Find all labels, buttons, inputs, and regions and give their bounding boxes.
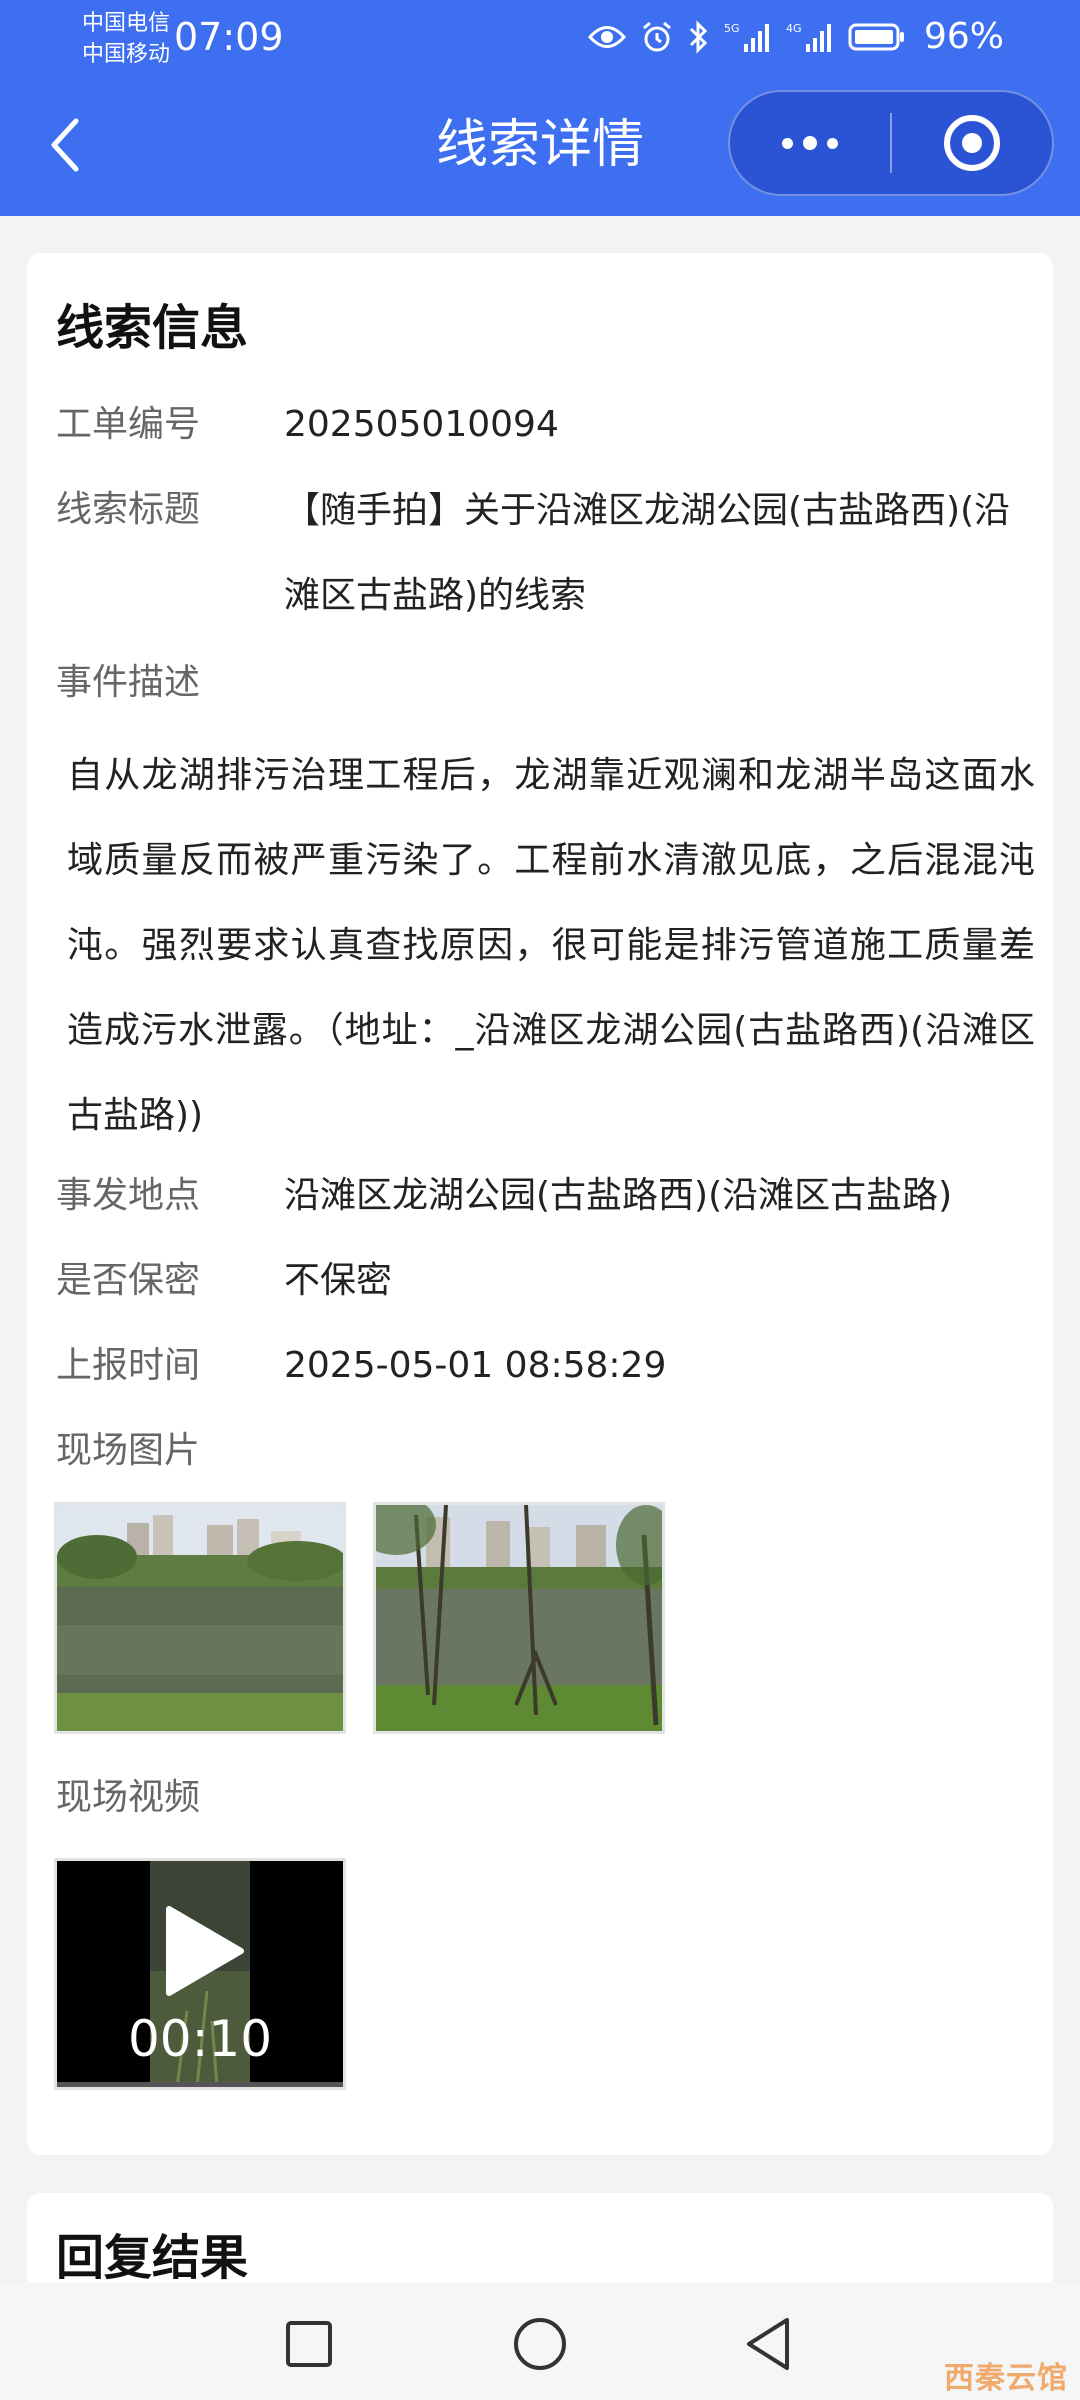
status-time: 07:09 [174,15,284,59]
battery-icon [848,22,906,52]
status-icons: 5G 4G 96% [587,12,1004,62]
video-progress-track [57,2082,343,2087]
report-time-value: 2025-05-01 08:58:29 [284,1345,667,1386]
section-title-clue-info: 线索信息 [56,300,249,356]
video-duration: 00:10 [127,2010,273,2068]
more-button[interactable] [730,92,890,194]
report-time-label: 上报时间 [56,1345,201,1386]
target-circle-icon [944,115,1000,171]
carrier-2: 中国移动 [82,42,171,67]
clue-info-card: 线索信息 工单编号 202505010094 线索标题 【随手拍】关于沿滩区龙湖… [27,253,1053,2155]
miniprogram-capsule [728,90,1054,196]
location-label: 事发地点 [56,1175,201,1216]
more-dots-icon [782,136,838,150]
back-nav-button[interactable] [728,2304,808,2384]
square-icon [286,2321,332,2367]
system-navigation-bar [0,2282,1080,2400]
location-value: 沿滩区龙湖公园(古盐路西)(沿滩区古盐路) [284,1175,953,1216]
play-icon [166,1906,244,1996]
recent-apps-button[interactable] [269,2304,349,2384]
video-label: 现场视频 [56,1777,201,1818]
order-no-label: 工单编号 [56,404,201,445]
alarm-icon [640,20,674,54]
close-miniprogram-button[interactable] [892,92,1052,194]
svg-text:4G: 4G [786,22,802,35]
triangle-back-icon [747,2318,789,2370]
battery-percentage: 96% [923,16,1004,57]
confidential-label: 是否保密 [56,1260,201,1301]
watermark: 西秦云馆 [944,2361,1068,2396]
confidential-value: 不保密 [284,1260,393,1301]
carrier-info: 中国电信 中国移动 [82,8,170,70]
scene-photo-2[interactable] [373,1502,665,1734]
bluetooth-icon [688,20,710,54]
signal-5g-icon: 5G [724,20,772,54]
signal-4g-icon: 4G [786,20,834,54]
description-label: 事件描述 [56,662,201,703]
scene-photo-1[interactable] [54,1502,346,1734]
eye-icon [587,24,626,50]
scene-video[interactable]: 00:10 [54,1858,346,2090]
home-button[interactable] [500,2304,580,2384]
description-text: 自从龙湖排污治理工程后，龙湖靠近观澜和龙湖半岛这面水域质量反而被严重污染了。工程… [67,755,1035,1136]
header: 中国电信 中国移动 07:09 5G 4G 96% 线索详情 [0,0,1080,216]
circle-icon [514,2318,566,2370]
svg-text:5G: 5G [724,22,740,35]
clue-title-label: 线索标题 [56,489,201,530]
photos-label: 现场图片 [56,1430,201,1471]
carrier-1: 中国电信 [82,11,171,36]
order-no-value: 202505010094 [284,404,559,445]
clue-title-value: 【随手拍】关于沿滩区龙湖公园(古盐路西)(沿滩区古盐路)的线索 [284,490,1011,616]
